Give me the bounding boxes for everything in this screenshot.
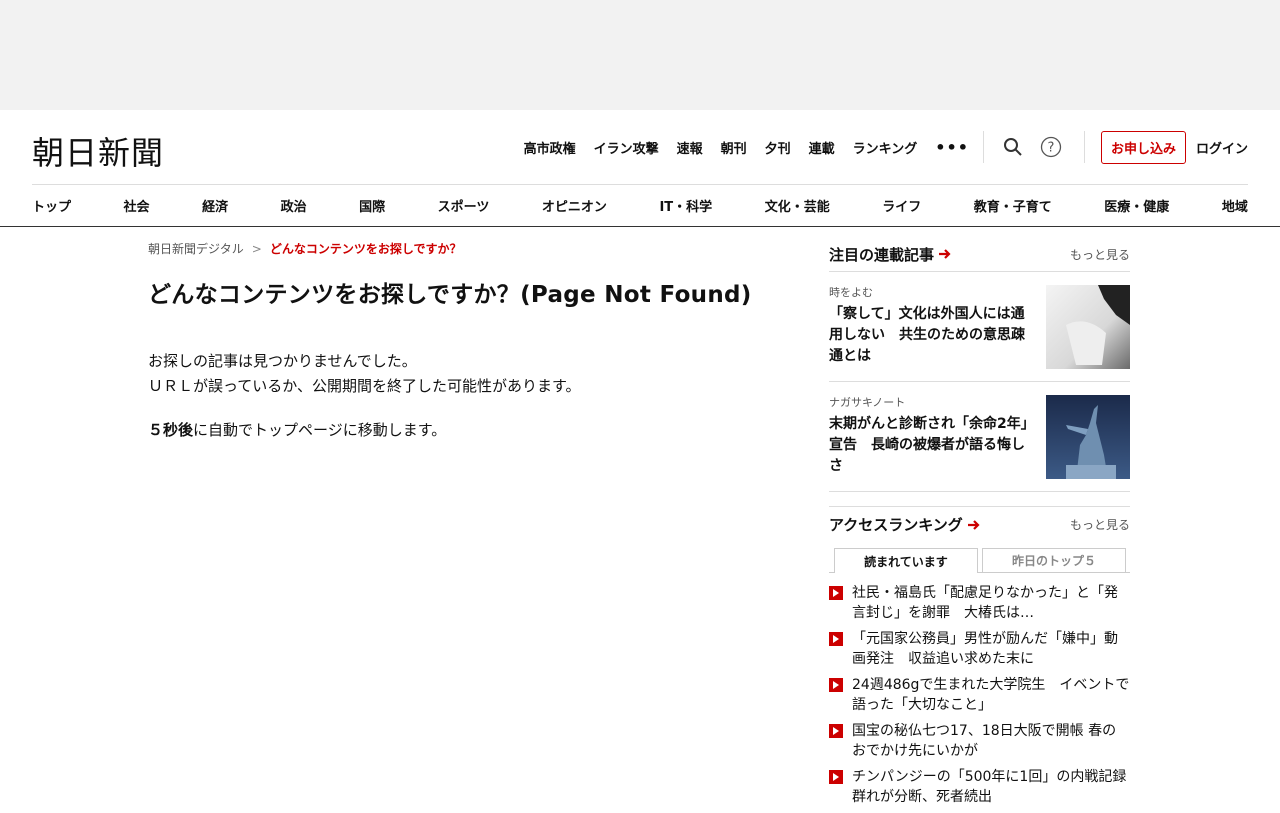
article-headline[interactable]: 末期がんと診断され「余命2年」宣告 長崎の被爆者が語る悔しさ [829, 414, 1034, 477]
message-line-2: ＵＲＬが誤っているか、公開期間を終了した可能性があります。 [148, 377, 581, 395]
series-article[interactable]: ナガサキノート 末期がんと診断され「余命2年」宣告 長崎の被爆者が語る悔しさ [829, 382, 1130, 492]
nav-item-politics[interactable]: 政治 [281, 196, 307, 215]
breadcrumb-separator: > [251, 241, 262, 256]
more-menu-icon[interactable]: ••• [935, 138, 969, 157]
tab-most-read[interactable]: 読まれています [834, 548, 978, 573]
ranking-title-link[interactable]: アクセスランキング [829, 514, 981, 535]
series-title-link[interactable]: 注目の連載記事 [829, 244, 952, 265]
nav-item-top[interactable]: トップ [32, 196, 71, 215]
ranking-headline[interactable]: 24週486gで生まれた大学院生 イベントで語った「大切なこと」 [852, 675, 1130, 715]
article-text: 時をよむ 「察して」文化は外国人には通用しない 共生のための意思疎通とは [829, 284, 1034, 369]
nav-item-economy[interactable]: 経済 [202, 196, 228, 215]
redirect-countdown: ５秒後 [148, 421, 194, 439]
ad-space [0, 0, 1280, 110]
ranking-tabs: 読まれています 昨日のトップ５ [829, 548, 1130, 573]
not-found-message: お探しの記事は見つかりませんでした。 ＵＲＬが誤っているか、公開期間を終了した可… [148, 349, 788, 399]
list-item[interactable]: 国宝の秘仏七つ17、18日大阪で開帳 春のおでかけ先にいかが [829, 721, 1130, 761]
main-content: 朝日新聞デジタル > どんなコンテンツをお探しですか？ どんなコンテンツをお探し… [148, 240, 788, 440]
arrow-bullet-icon [829, 724, 843, 738]
category-nav-list: トップ 社会 経済 政治 国際 スポーツ オピニオン IT・科学 文化・芸能 ラ… [32, 184, 1248, 226]
page-title: どんなコンテンツをお探しですか？(Page Not Found) [148, 282, 752, 308]
subscribe-button[interactable]: お申し込み [1100, 130, 1186, 164]
ranking-headline[interactable]: チンパンジーの「500年に1回」の内戦記録 群れが分断、死者続出 [852, 767, 1140, 807]
sidebar: 注目の連載記事 もっと見る 時をよむ 「察して」文化は外国人には通用しない 共生… [829, 240, 1140, 813]
list-item[interactable]: 24週486gで生まれた大学院生 イベントで語った「大切なこと」 [829, 675, 1130, 715]
ranking-header: アクセスランキング もっと見る [829, 506, 1130, 534]
ranking-headline[interactable]: 「元国家公務員」男性が励んだ「嫌中」動画発注 収益追い求めた末に [852, 629, 1130, 669]
nav-item-education[interactable]: 教育・子育て [974, 196, 1052, 215]
category-nav: トップ 社会 経済 政治 国際 スポーツ オピニオン IT・科学 文化・芸能 ラ… [0, 184, 1280, 227]
article-thumbnail[interactable] [1046, 285, 1130, 369]
top-link-breaking[interactable]: 速報 [677, 138, 703, 157]
list-item[interactable]: チンパンジーの「500年に1回」の内戦記録 群れが分断、死者続出 [829, 767, 1140, 807]
redirect-notice: ５秒後に自動でトップページに移動します。 [148, 419, 788, 440]
ranking-headline[interactable]: 社民・福島氏「配慮足りなかった」と「発言封じ」を謝罪 大椿氏は… [852, 583, 1130, 623]
ranking-list: 社民・福島氏「配慮足りなかった」と「発言封じ」を謝罪 大椿氏は… 「元国家公務員… [829, 583, 1140, 807]
series-header: 注目の連載記事 もっと見る [829, 240, 1130, 268]
help-icon[interactable]: ? [1040, 136, 1062, 158]
header-divider [1083, 131, 1085, 163]
arrow-right-icon [939, 249, 951, 259]
arrow-bullet-icon [829, 678, 843, 692]
top-link-ranking[interactable]: ランキング [853, 138, 918, 157]
nav-item-culture[interactable]: 文化・芸能 [765, 196, 830, 215]
top-link-series[interactable]: 連載 [809, 138, 835, 157]
header-top-links: 高市政権 イラン攻撃 速報 朝刊 夕刊 連載 ランキング ••• ? お申し込み… [524, 130, 1248, 164]
top-link-morning[interactable]: 朝刊 [721, 138, 747, 157]
nav-item-opinion[interactable]: オピニオン [542, 196, 607, 215]
list-item[interactable]: 「元国家公務員」男性が励んだ「嫌中」動画発注 収益追い求めた末に [829, 629, 1130, 669]
ranking-headline[interactable]: 国宝の秘仏七つ17、18日大阪で開帳 春のおでかけ先にいかが [852, 721, 1130, 761]
series-title: 注目の連載記事 [829, 245, 935, 264]
top-link-iran[interactable]: イラン攻撃 [594, 138, 659, 157]
breadcrumb: 朝日新聞デジタル > どんなコンテンツをお探しですか？ [148, 240, 788, 257]
search-icon[interactable] [1002, 136, 1024, 158]
site-logo[interactable]: 朝日新聞 [32, 128, 164, 174]
nav-item-health[interactable]: 医療・健康 [1104, 196, 1169, 215]
arrow-bullet-icon [829, 632, 843, 646]
series-article[interactable]: 時をよむ 「察して」文化は外国人には通用しない 共生のための意思疎通とは [829, 272, 1130, 382]
svg-text:?: ? [1048, 141, 1055, 156]
header-divider [982, 131, 984, 163]
nav-item-life[interactable]: ライフ [882, 196, 921, 215]
tab-yesterday-top5[interactable]: 昨日のトップ５ [982, 548, 1126, 572]
site-header: 朝日新聞 高市政権 イラン攻撃 速報 朝刊 夕刊 連載 ランキング ••• ? … [0, 110, 1280, 184]
breadcrumb-home-link[interactable]: 朝日新聞デジタル [148, 240, 244, 257]
nav-bottom-divider [0, 226, 1280, 227]
nav-item-region[interactable]: 地域 [1222, 196, 1248, 215]
message-line-1: お探しの記事は見つかりませんでした。 [148, 352, 417, 370]
arrow-bullet-icon [829, 586, 843, 600]
article-category: ナガサキノート [829, 396, 906, 409]
series-more-link[interactable]: もっと見る [1070, 246, 1130, 263]
ranking-title: アクセスランキング [829, 516, 963, 534]
nav-item-international[interactable]: 国際 [359, 196, 385, 215]
nav-item-sports[interactable]: スポーツ [438, 196, 490, 215]
nav-item-it-science[interactable]: IT・科学 [659, 196, 712, 215]
nav-item-society[interactable]: 社会 [124, 196, 150, 215]
article-thumbnail[interactable] [1046, 395, 1130, 479]
list-item[interactable]: 社民・福島氏「配慮足りなかった」と「発言封じ」を謝罪 大椿氏は… [829, 583, 1130, 623]
arrow-right-icon [967, 519, 980, 530]
article-category: 時をよむ [829, 286, 873, 299]
arrow-bullet-icon [829, 770, 843, 784]
top-link-evening[interactable]: 夕刊 [765, 138, 791, 157]
login-link[interactable]: ログイン [1196, 138, 1248, 157]
top-link-takaichi[interactable]: 高市政権 [524, 138, 576, 157]
ranking-more-link[interactable]: もっと見る [1070, 516, 1130, 533]
breadcrumb-current: どんなコンテンツをお探しですか？ [269, 242, 462, 256]
redirect-text: に自動でトップページに移動します。 [193, 421, 447, 439]
article-text: ナガサキノート 末期がんと診断され「余命2年」宣告 長崎の被爆者が語る悔しさ [829, 394, 1034, 479]
article-headline[interactable]: 「察して」文化は外国人には通用しない 共生のための意思疎通とは [829, 304, 1034, 367]
